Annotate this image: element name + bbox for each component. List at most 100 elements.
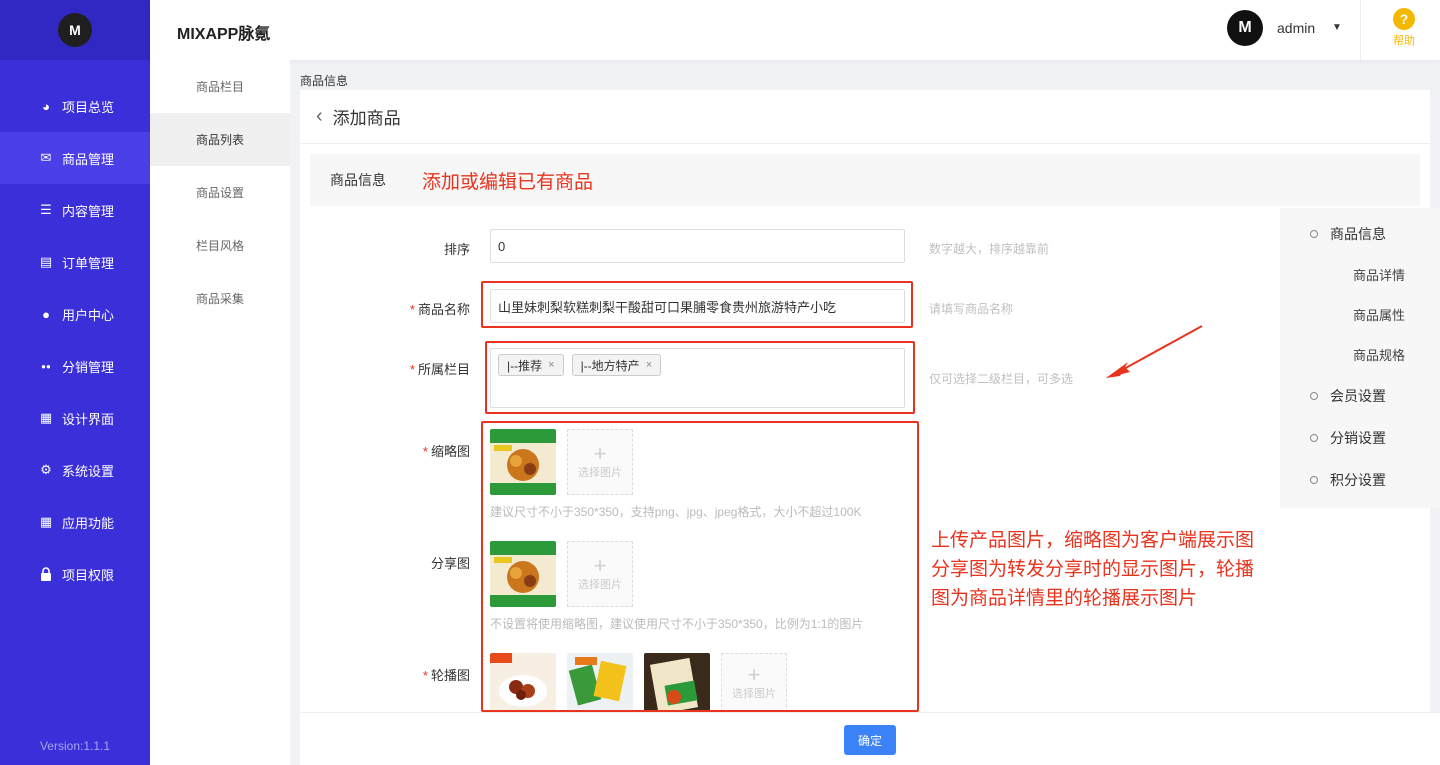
anchor-member[interactable]: 会员设置 <box>1310 386 1386 406</box>
help-button[interactable]: ? 帮助 <box>1388 8 1420 48</box>
required-mark: * <box>422 444 428 459</box>
layout-icon: ▦ <box>39 410 53 425</box>
name-label-text: 商品名称 <box>417 302 470 317</box>
caret-down-icon[interactable]: ▼ <box>1332 22 1342 33</box>
divider <box>1360 0 1361 60</box>
category-label-text: 所属栏目 <box>417 362 470 377</box>
subnav-item-category-style[interactable]: 栏目风格 <box>150 219 290 272</box>
grid-icon: ▦ <box>39 514 53 529</box>
image-annotation: 上传产品图片，缩略图为客户端展示图 分享图为转发分享时的显示图片，轮播 图为商品… <box>931 526 1254 613</box>
thumb-label-text: 缩略图 <box>430 444 470 459</box>
left-sidebar: M ◕ 项目总览 ✉ 商品管理 ☰ 内容管理 ▤ 订单管理 ● 用户中心 ●● 分销管理 ▦… <box>0 0 150 765</box>
circle-icon <box>1310 476 1318 484</box>
list-icon: ☰ <box>40 202 52 217</box>
nav-item-label: 项目权限 <box>62 567 115 583</box>
highlight-box <box>485 341 915 414</box>
section-label: 商品信息 <box>330 172 386 188</box>
annotation-line: 图为商品详情里的轮播展示图片 <box>931 588 1198 609</box>
circle-icon <box>1310 434 1318 442</box>
nav-item-distribution[interactable]: ●● 分销管理 <box>0 340 150 392</box>
nav-item-overview[interactable]: ◕ 项目总览 <box>0 80 150 132</box>
subnav-item-product-list[interactable]: 商品列表 <box>150 113 290 166</box>
user-avatar[interactable]: M <box>1227 10 1263 46</box>
annotation-arrow <box>1106 325 1203 378</box>
annotation-line: 分享图为转发分享时的显示图片，轮播 <box>931 559 1255 580</box>
share-label: 分享图 <box>300 553 470 572</box>
anchor-product-attr[interactable]: 商品属性 <box>1353 305 1405 324</box>
anchor-label: 商品信息 <box>1330 226 1386 242</box>
category-hint: 仅可选择二级栏目，可多选 <box>929 372 1074 386</box>
highlight-box <box>481 281 913 328</box>
anchor-product-info[interactable]: 商品信息 <box>1310 224 1386 244</box>
anchor-product-detail[interactable]: 商品详情 <box>1353 265 1405 284</box>
subnav-item-category[interactable]: 商品栏目 <box>150 60 290 113</box>
logo-area: M <box>0 0 150 60</box>
sort-label: 排序 <box>300 239 470 258</box>
share-label-text: 分享图 <box>430 556 470 571</box>
carousel-label-text: 轮播图 <box>430 668 470 683</box>
required-mark: * <box>409 302 415 317</box>
anchor-label: 积分设置 <box>1330 472 1386 488</box>
nav-item-design[interactable]: ▦ 设计界面 <box>0 392 150 444</box>
sort-hint: 数字越大，排序越靠前 <box>929 242 1050 256</box>
nav-item-label: 设计界面 <box>62 411 115 427</box>
circle-icon <box>1310 230 1318 238</box>
anchor-product-spec[interactable]: 商品规格 <box>1353 345 1405 364</box>
nav-item-products[interactable]: ✉ 商品管理 <box>0 132 150 184</box>
nav-item-content[interactable]: ☰ 内容管理 <box>0 184 150 236</box>
page-titlebar: ‹ 添加商品 <box>300 90 1430 144</box>
brand-title: MIXAPP脉氪 <box>177 26 271 43</box>
main-nav: ◕ 项目总览 ✉ 商品管理 ☰ 内容管理 ▤ 订单管理 ● 用户中心 ●● 分销管理 ▦ 设计… <box>0 80 150 600</box>
lock-icon <box>38 566 54 582</box>
gear-icon: ⚙ <box>40 462 52 477</box>
nav-item-apps[interactable]: ▦ 应用功能 <box>0 496 150 548</box>
category-label: * 所属栏目 <box>300 359 470 378</box>
subnav-item-product-settings[interactable]: 商品设置 <box>150 166 290 219</box>
anchor-label: 分销设置 <box>1330 430 1386 446</box>
subnav-item-product-collect[interactable]: 商品采集 <box>150 272 290 325</box>
anchor-points[interactable]: 积分设置 <box>1310 470 1386 490</box>
nav-item-orders[interactable]: ▤ 订单管理 <box>0 236 150 288</box>
help-label: 帮助 <box>1393 35 1415 47</box>
user-name[interactable]: admin <box>1277 20 1315 36</box>
required-mark: * <box>422 668 428 683</box>
highlight-box <box>481 421 919 712</box>
users-icon: ●● <box>41 361 51 371</box>
pie-chart-icon: ◕ <box>42 98 50 114</box>
top-header: MIXAPP脉氪 M admin ▼ ? 帮助 <box>150 0 1440 60</box>
logo[interactable]: M <box>58 13 92 47</box>
section-header: 商品信息 添加或编辑已有商品 <box>310 154 1420 206</box>
annotation-line: 上传产品图片，缩略图为客户端展示图 <box>931 530 1255 551</box>
question-icon: ? <box>1393 8 1415 30</box>
required-mark: * <box>409 362 415 377</box>
nav-item-label: 商品管理 <box>62 151 115 167</box>
anchor-distribution[interactable]: 分销设置 <box>1310 428 1386 448</box>
name-hint: 请填写商品名称 <box>929 302 1014 316</box>
document-icon: ▤ <box>39 254 53 269</box>
thumb-label: * 缩略图 <box>300 441 470 460</box>
nav-item-label: 项目总览 <box>62 99 115 115</box>
section-annotation: 添加或编辑已有商品 <box>422 171 594 193</box>
version-text: Version:1.1.1 <box>39 739 111 753</box>
carousel-label: * 轮播图 <box>300 665 470 684</box>
nav-item-label: 用户中心 <box>62 307 115 323</box>
anchor-label: 会员设置 <box>1330 388 1386 404</box>
nav-item-label: 分销管理 <box>62 359 115 375</box>
secondary-sidebar: 商品栏目 商品列表 商品设置 栏目风格 商品采集 <box>150 60 290 765</box>
nav-item-permissions[interactable]: 项目权限 <box>0 548 150 600</box>
back-arrow-icon[interactable]: ‹ <box>316 105 323 128</box>
nav-item-label: 应用功能 <box>62 515 115 531</box>
page-title: 添加商品 <box>332 109 401 128</box>
nav-item-settings[interactable]: ⚙ 系统设置 <box>0 444 150 496</box>
breadcrumb: 商品信息 <box>300 74 349 88</box>
nav-item-label: 系统设置 <box>62 463 115 479</box>
circle-icon <box>1310 392 1318 400</box>
nav-item-label: 内容管理 <box>62 203 115 219</box>
name-label: * 商品名称 <box>300 299 470 318</box>
sort-label-text: 排序 <box>443 242 470 257</box>
nav-item-label: 订单管理 <box>62 255 115 271</box>
confirm-button[interactable]: 确定 <box>844 725 896 755</box>
nav-item-users[interactable]: ● 用户中心 <box>0 288 150 340</box>
sort-input[interactable]: 0 <box>490 229 905 263</box>
mail-icon: ✉ <box>40 150 52 165</box>
